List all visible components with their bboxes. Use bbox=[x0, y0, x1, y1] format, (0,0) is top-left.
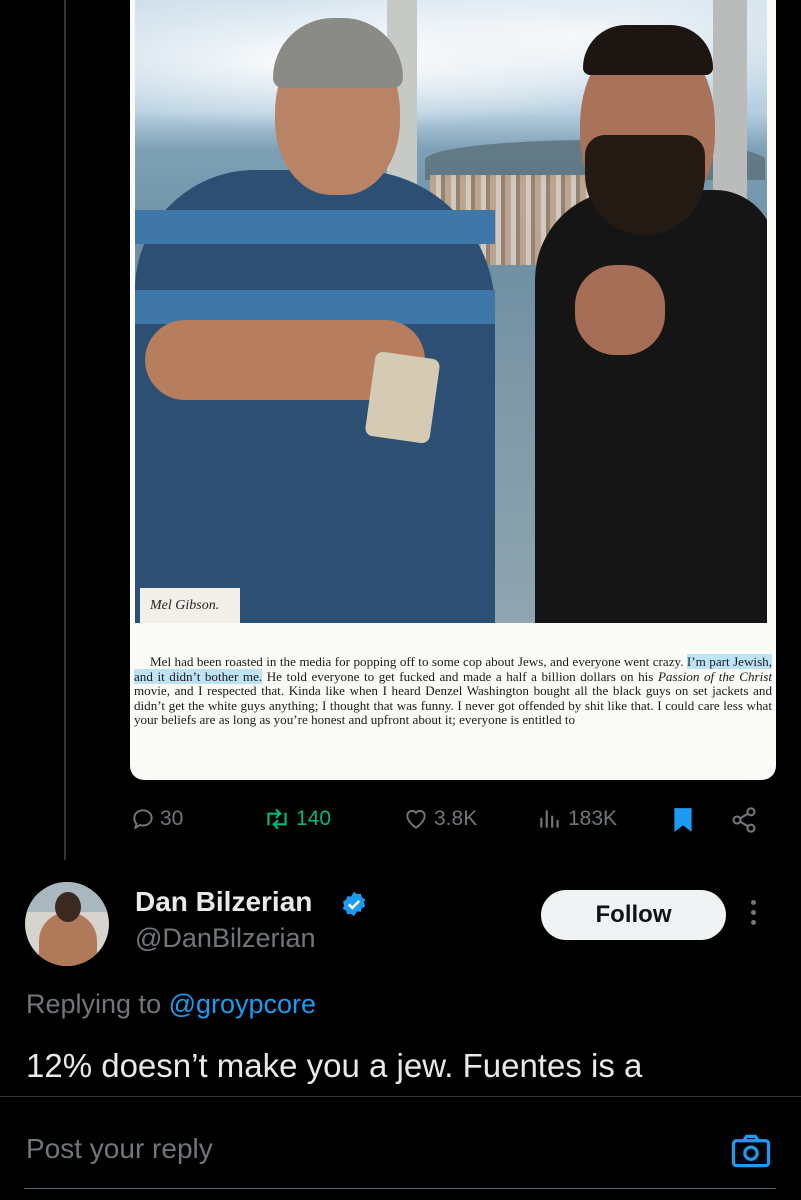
bookmark-button[interactable] bbox=[670, 806, 696, 834]
reply-input[interactable]: Post your reply bbox=[26, 1133, 213, 1165]
views-count: 183K bbox=[568, 807, 618, 830]
repost-icon bbox=[267, 808, 287, 830]
camera-icon[interactable] bbox=[730, 1132, 772, 1170]
photo-caption: Mel Gibson. bbox=[140, 588, 240, 623]
replying-to-handle[interactable]: @groypcore bbox=[169, 989, 316, 1019]
verified-icon bbox=[342, 891, 366, 917]
repost-button[interactable]: 140 bbox=[262, 806, 331, 832]
tweet-media-image[interactable]: Mel Gibson. Mel had been roasted in the … bbox=[130, 0, 776, 780]
reply-icon bbox=[133, 809, 153, 830]
like-icon bbox=[406, 809, 426, 829]
author-handle[interactable]: @DanBilzerian bbox=[135, 923, 315, 954]
tweet-action-bar: 30 140 3.8K 183K bbox=[130, 798, 770, 842]
divider bbox=[0, 1096, 801, 1097]
more-icon[interactable] bbox=[751, 900, 756, 925]
reply-button[interactable]: 30 bbox=[130, 806, 183, 832]
views-icon bbox=[540, 810, 559, 828]
views-button[interactable]: 183K bbox=[536, 806, 617, 832]
tweet-text: 12% doesn’t make you a jew. Fuentes is a bbox=[26, 1047, 643, 1084]
thread-line bbox=[64, 0, 66, 860]
input-underline bbox=[24, 1188, 776, 1189]
like-button[interactable]: 3.8K bbox=[402, 806, 477, 832]
reply-count: 30 bbox=[160, 807, 184, 830]
bookmark-icon bbox=[674, 808, 692, 832]
replying-to: Replying to @groypcore bbox=[26, 989, 317, 1019]
share-button[interactable] bbox=[730, 806, 758, 834]
share-icon bbox=[732, 807, 756, 833]
author-name[interactable]: Dan Bilzerian bbox=[135, 886, 312, 918]
book-photo: Mel Gibson. bbox=[135, 0, 767, 623]
avatar[interactable] bbox=[25, 882, 109, 966]
repost-count: 140 bbox=[296, 807, 332, 830]
follow-button[interactable]: Follow bbox=[541, 890, 726, 940]
like-count: 3.8K bbox=[434, 807, 478, 830]
book-excerpt: Mel had been roasted in the media for po… bbox=[134, 654, 772, 728]
